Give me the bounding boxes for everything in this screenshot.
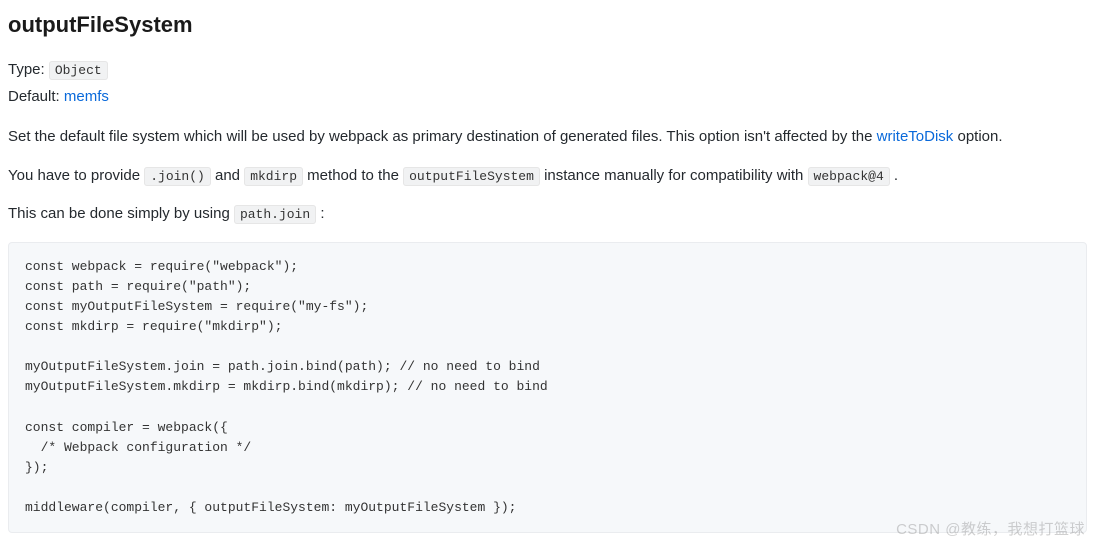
default-line: Default: memfs bbox=[8, 86, 1087, 109]
text: . bbox=[890, 167, 898, 184]
description-paragraph-1: Set the default file system which will b… bbox=[8, 126, 1087, 149]
description-paragraph-2: You have to provide .join() and mkdirp m… bbox=[8, 165, 1087, 188]
code-webpack4: webpack@4 bbox=[808, 167, 890, 186]
meta-block: Type: Object Default: memfs bbox=[8, 59, 1087, 108]
text: : bbox=[316, 205, 324, 222]
default-label: Default: bbox=[8, 88, 64, 105]
text: You have to provide bbox=[8, 167, 144, 184]
text: This can be done simply by using bbox=[8, 205, 234, 222]
code-pathjoin: path.join bbox=[234, 205, 316, 224]
code-mkdirp: mkdirp bbox=[244, 167, 303, 186]
type-line: Type: Object bbox=[8, 59, 1087, 82]
description-paragraph-3: This can be done simply by using path.jo… bbox=[8, 203, 1087, 226]
text: and bbox=[211, 167, 244, 184]
type-label: Type: bbox=[8, 61, 49, 78]
code-block: const webpack = require("webpack"); cons… bbox=[8, 242, 1087, 534]
section-heading: outputFileSystem bbox=[8, 8, 1087, 41]
writetodisk-link[interactable]: writeToDisk bbox=[877, 128, 954, 145]
code-outputfilesystem: outputFileSystem bbox=[403, 167, 540, 186]
text: method to the bbox=[303, 167, 403, 184]
text: option. bbox=[953, 128, 1002, 145]
default-link-memfs[interactable]: memfs bbox=[64, 88, 109, 105]
type-value: Object bbox=[49, 61, 108, 80]
text: Set the default file system which will b… bbox=[8, 128, 877, 145]
text: instance manually for compatibility with bbox=[540, 167, 808, 184]
code-join: .join() bbox=[144, 167, 211, 186]
